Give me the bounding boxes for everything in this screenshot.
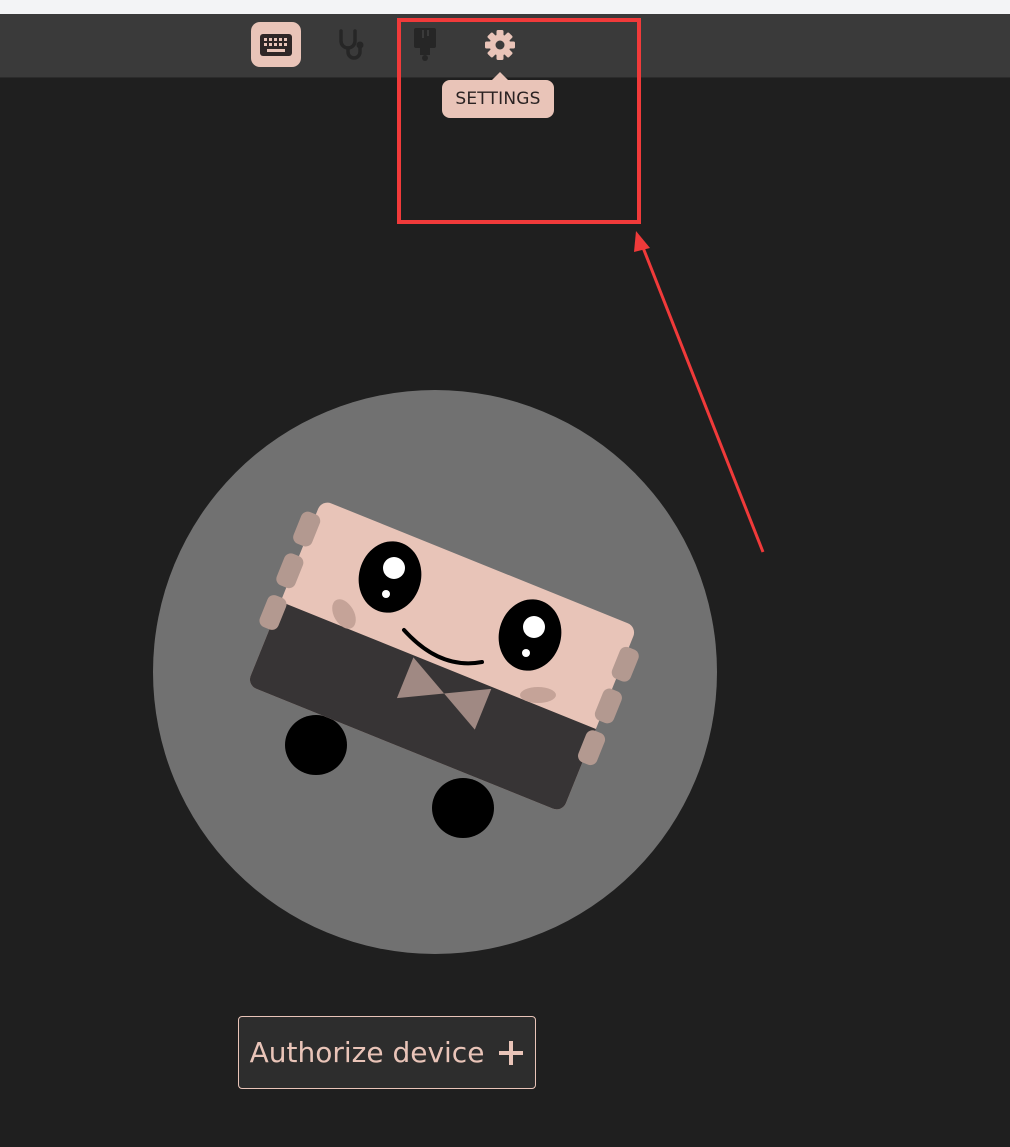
- keyboard-button[interactable]: [251, 22, 301, 67]
- mascot-wheel-left: [285, 715, 347, 775]
- paint-brush-icon: [410, 27, 440, 63]
- settings-tooltip: SETTINGS: [442, 80, 554, 118]
- mascot-illustration: [153, 390, 717, 954]
- customize-button[interactable]: [400, 22, 450, 67]
- mascot-wheel-right: [432, 778, 494, 838]
- tooltip-arrow: [492, 72, 508, 80]
- gear-icon: [484, 29, 516, 61]
- diagnostics-button[interactable]: [325, 22, 375, 67]
- settings-button[interactable]: [475, 22, 525, 67]
- keyboard-icon: [259, 33, 293, 57]
- authorize-device-button[interactable]: Authorize device: [238, 1016, 536, 1089]
- plus-icon: [498, 1040, 524, 1066]
- annotation-arrowhead: [634, 231, 650, 252]
- browser-top-strip: [0, 0, 1010, 14]
- authorize-device-label: Authorize device: [249, 1036, 485, 1069]
- stethoscope-icon: [333, 28, 367, 62]
- top-toolbar: [0, 14, 1010, 78]
